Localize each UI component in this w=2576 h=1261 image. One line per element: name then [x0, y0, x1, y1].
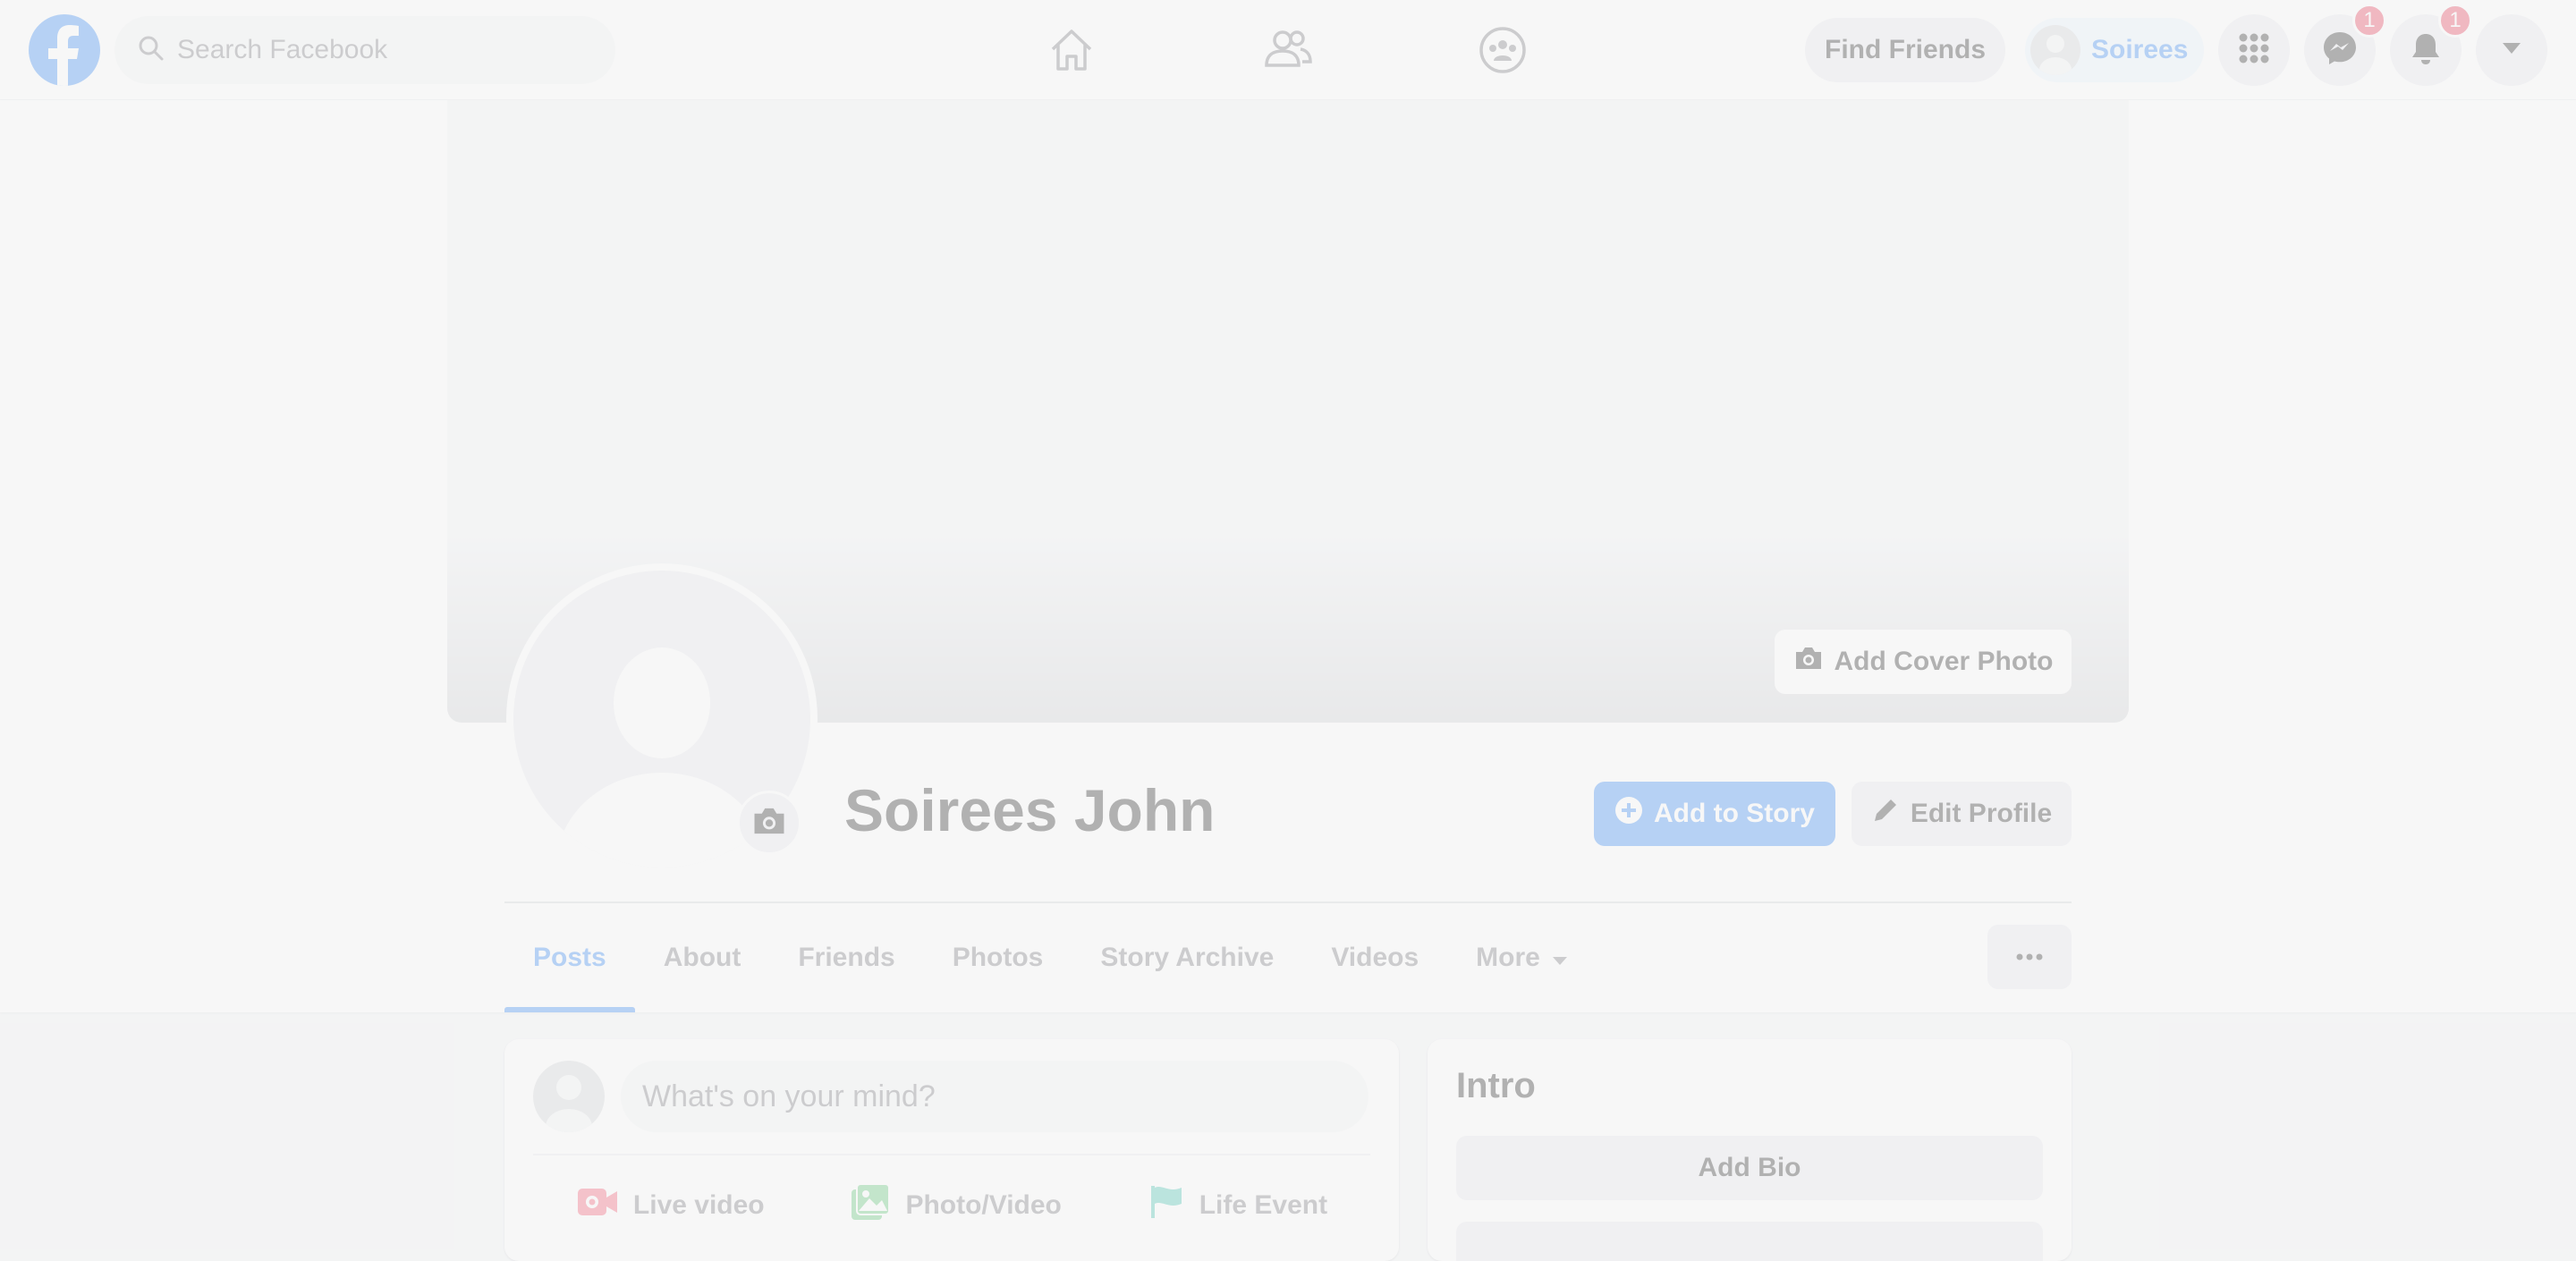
search-icon	[138, 35, 165, 66]
home-icon[interactable]	[1045, 23, 1098, 77]
photo-video-label: Photo/Video	[905, 1190, 1062, 1220]
more-options-button[interactable]	[1987, 925, 2072, 989]
tab-label: Friends	[798, 943, 895, 972]
edit-profile-label: Edit Profile	[1910, 799, 2053, 828]
tab-about[interactable]: About	[635, 903, 770, 1012]
notifications-button[interactable]: 1	[2390, 4, 2472, 86]
life-event-label: Life Event	[1199, 1190, 1328, 1220]
intro-card: Intro Add Bio	[1428, 1039, 2072, 1261]
profile-name: Soirees John	[844, 777, 1216, 843]
menu-button[interactable]	[2218, 14, 2290, 86]
find-friends-button[interactable]: Find Friends	[1805, 18, 2005, 82]
tab-label: Story Archive	[1100, 943, 1275, 972]
profile-tabs: Posts About Friends Photos Story Archive…	[504, 903, 1597, 1012]
composer-actions: Live video Photo/Video Life Event	[533, 1164, 1370, 1247]
life-event-button[interactable]: Life Event	[1148, 1184, 1327, 1227]
messenger-button[interactable]: 1	[2304, 4, 2386, 86]
search-input[interactable]: Search Facebook	[114, 16, 615, 84]
add-to-story-label: Add to Story	[1654, 799, 1815, 828]
tab-posts[interactable]: Posts	[504, 903, 635, 1012]
tab-friends[interactable]: Friends	[769, 903, 923, 1012]
post-composer: What's on your mind? Live video Photo/Vi…	[504, 1039, 1399, 1261]
photo-video-button[interactable]: Photo/Video	[850, 1182, 1062, 1229]
tab-label: Posts	[533, 943, 606, 972]
intro-secondary-button[interactable]	[1456, 1222, 2043, 1261]
tab-label: Photos	[952, 943, 1044, 972]
messenger-badge: 1	[2352, 4, 2386, 38]
avatar	[2030, 25, 2080, 75]
facebook-logo-icon[interactable]	[29, 14, 100, 86]
account-menu-button[interactable]	[2476, 14, 2547, 86]
tab-videos[interactable]: Videos	[1302, 903, 1447, 1012]
live-video-icon	[576, 1185, 619, 1226]
plus-circle-icon	[1614, 796, 1643, 832]
add-to-story-button[interactable]: Add to Story	[1594, 782, 1835, 846]
flag-icon	[1148, 1184, 1185, 1227]
caret-down-icon	[1551, 943, 1569, 973]
messenger-icon	[2321, 30, 2359, 72]
avatar	[533, 1061, 605, 1132]
search-placeholder: Search Facebook	[177, 35, 388, 64]
tab-label: More	[1476, 943, 1540, 972]
profile-chip-name: Soirees	[2091, 35, 2189, 64]
tab-label: Videos	[1331, 943, 1419, 972]
add-cover-photo-label: Add Cover Photo	[1834, 647, 2054, 676]
live-video-button[interactable]: Live video	[576, 1185, 765, 1226]
camera-icon	[751, 805, 787, 842]
update-profile-picture-button[interactable]	[737, 791, 801, 855]
caret-down-icon	[2501, 41, 2522, 60]
grid-menu-icon	[2236, 30, 2272, 71]
friends-icon[interactable]	[1261, 23, 1315, 77]
ellipsis-icon	[2016, 949, 2043, 965]
tab-label: About	[663, 943, 741, 972]
add-bio-button[interactable]: Add Bio	[1456, 1136, 2043, 1200]
edit-profile-button[interactable]: Edit Profile	[1852, 782, 2072, 846]
composer-divider	[533, 1154, 1370, 1155]
top-navigation-bar: Search Facebook Find Friends Soirees 1 1	[0, 0, 2576, 100]
add-cover-photo-button[interactable]: Add Cover Photo	[1775, 630, 2072, 694]
pencil-icon	[1871, 796, 1900, 832]
profile-shortcut[interactable]: Soirees	[2025, 18, 2204, 82]
groups-icon[interactable]	[1476, 23, 1530, 77]
notifications-badge: 1	[2438, 4, 2472, 38]
live-video-label: Live video	[632, 1190, 765, 1220]
camera-icon	[1793, 645, 1824, 679]
intro-title: Intro	[1456, 1066, 1536, 1105]
photo-icon	[850, 1182, 891, 1229]
whats-on-your-mind-input[interactable]: What's on your mind?	[621, 1061, 1368, 1132]
tab-more[interactable]: More	[1447, 903, 1597, 1012]
tab-photos[interactable]: Photos	[924, 903, 1072, 1012]
bell-icon	[2408, 30, 2444, 71]
tab-story-archive[interactable]: Story Archive	[1072, 903, 1302, 1012]
